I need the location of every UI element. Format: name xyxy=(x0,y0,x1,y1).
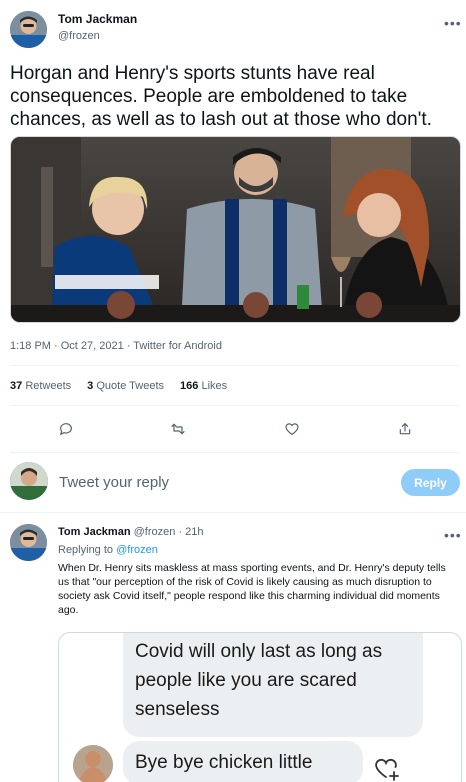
retweets-stat[interactable]: 37 Retweets xyxy=(10,380,71,392)
tweet-stats: 37 Retweets 3 Quote Tweets 166 Likes xyxy=(10,380,227,392)
replying-to: Replying to @frozen xyxy=(58,544,158,556)
share-icon[interactable] xyxy=(393,417,417,441)
reply-input[interactable]: Tweet your reply xyxy=(59,474,169,491)
reply-text: When Dr. Henry sits maskless at mass spo… xyxy=(58,562,446,616)
reply-icon[interactable] xyxy=(54,417,78,441)
quotes-stat[interactable]: 3 Quote Tweets xyxy=(87,380,164,392)
retweets-count: 37 xyxy=(10,380,23,392)
author-name[interactable]: Tom Jackman xyxy=(58,12,137,26)
author-handle[interactable]: @frozen xyxy=(58,30,100,42)
reply-photo[interactable]: Covid will only last as long as people l… xyxy=(58,632,462,782)
more-icon[interactable]: ••• xyxy=(444,16,462,30)
tweet-photo[interactable] xyxy=(10,136,461,323)
chat-bubble: Bye bye chicken little xyxy=(123,741,363,782)
likes-count: 166 xyxy=(180,380,199,392)
heart-icon[interactable] xyxy=(280,417,304,441)
reply-author-avatar[interactable] xyxy=(10,524,47,561)
chat-avatar xyxy=(73,745,113,782)
reply-author-name[interactable]: Tom Jackman xyxy=(58,526,131,538)
divider xyxy=(10,452,460,453)
more-icon[interactable]: ••• xyxy=(444,528,462,542)
quotes-count: 3 xyxy=(87,380,94,392)
divider xyxy=(0,512,466,513)
divider xyxy=(10,365,460,366)
retweets-label: Retweets xyxy=(25,380,72,392)
reply-time[interactable]: 21h xyxy=(185,526,203,538)
user-avatar[interactable] xyxy=(10,462,48,500)
author-avatar[interactable] xyxy=(10,11,47,48)
replying-prefix: Replying to xyxy=(58,544,114,556)
divider xyxy=(10,405,460,406)
reply-header: Tom Jackman @frozen · 21h xyxy=(58,526,204,538)
reply-separator: · xyxy=(178,526,183,538)
heart-add-icon xyxy=(375,758,399,781)
likes-label: Likes xyxy=(201,380,228,392)
quotes-label: Quote Tweets xyxy=(96,380,165,392)
tweet-timestamp[interactable]: 1:18 PM · Oct 27, 2021 · Twitter for And… xyxy=(10,340,222,352)
tweet-text: Horgan and Henry's sports stunts have re… xyxy=(10,63,432,130)
replying-to-link[interactable]: @frozen xyxy=(116,544,158,556)
likes-stat[interactable]: 166 Likes xyxy=(180,380,227,392)
reply-button[interactable]: Reply xyxy=(401,469,460,496)
reply-author-handle[interactable]: @frozen xyxy=(134,526,176,538)
chat-bubble: Covid will only last as long as people l… xyxy=(123,633,423,737)
retweet-icon[interactable] xyxy=(166,417,190,441)
